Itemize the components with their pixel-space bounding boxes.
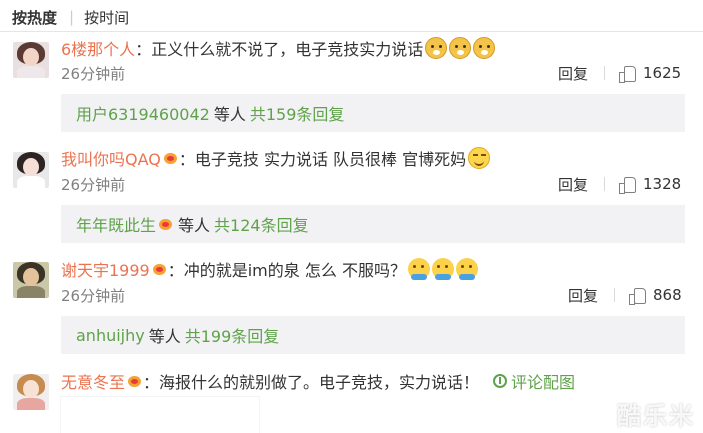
reply-summary-text: 等人	[148, 327, 181, 346]
like-button[interactable]: 868	[629, 284, 682, 306]
image-icon	[493, 374, 508, 388]
comment-line: 我叫你吗QAQ ：电子竞技 实力说话 队员很棒 官博死妈	[61, 146, 491, 170]
comment-username[interactable]: 6楼那个人	[61, 36, 135, 60]
comment-username[interactable]: 我叫你吗QAQ	[61, 146, 161, 170]
action-divider	[604, 177, 605, 191]
dog-emoji-icon	[425, 37, 448, 59]
vip-badge-icon	[127, 374, 143, 388]
like-button[interactable]: 1328	[619, 173, 681, 195]
reply-button[interactable]: 回复	[558, 173, 588, 195]
thumbs-up-icon	[619, 65, 636, 83]
reply-summary[interactable]: 年年既此生 等人 共124条回复	[61, 205, 685, 243]
comment-image-link[interactable]: 评论配图	[493, 369, 575, 393]
sort-by-time[interactable]: 按时间	[84, 7, 129, 28]
sort-by-hot[interactable]: 按热度	[12, 7, 57, 28]
watermark: 酷乐米	[617, 402, 695, 430]
vip-badge-icon	[158, 217, 174, 231]
avatar[interactable]	[13, 42, 49, 78]
reply-button[interactable]: 回复	[568, 284, 598, 306]
comment-line: 无意冬至 ：海报什么的就别做了。电子竞技，实力说话！ 评论配图	[61, 369, 575, 393]
comment-time: 26分钟前	[61, 175, 126, 194]
sort-divider: |	[69, 8, 75, 26]
comment-text: ：海报什么的就别做了。电子竞技，实力说话！	[143, 373, 480, 392]
action-divider	[604, 66, 605, 80]
smile-emoji-icon	[468, 147, 491, 169]
thumbs-up-icon	[619, 176, 636, 194]
reply-summary-user[interactable]: anhuijhy	[76, 326, 145, 345]
like-count: 868	[653, 286, 682, 304]
avatar[interactable]	[13, 374, 49, 410]
comment-image-label: 评论配图	[511, 373, 576, 392]
comment-time: 26分钟前	[61, 64, 126, 83]
pray-emoji-icon	[455, 258, 478, 280]
sort-bar: 按热度 | 按时间	[12, 6, 129, 28]
reply-summary-user[interactable]: 年年既此生	[76, 212, 156, 236]
comment-line: 6楼那个人 ：正义什么就不说了，电子竞技实力说话	[61, 36, 496, 60]
pray-emoji-icon	[431, 258, 454, 280]
like-count: 1328	[643, 175, 682, 193]
comment-username[interactable]: 无意冬至	[61, 369, 125, 393]
comment-username[interactable]: 谢天宇1999	[61, 257, 150, 281]
comment-image[interactable]	[61, 397, 259, 433]
divider	[0, 31, 703, 32]
comment-text: ：正义什么就不说了，电子竞技实力说话	[135, 40, 424, 59]
reply-count-link[interactable]: 共199条回复	[185, 323, 280, 347]
reply-summary[interactable]: 用户6319460042 等人 共159条回复	[61, 94, 685, 132]
reply-button[interactable]: 回复	[558, 62, 588, 84]
comment-text: ：电子竞技 实力说话 队员很棒 官博死妈	[178, 150, 467, 169]
comment-text: ：冲的就是im的泉 怎么 不服吗？	[167, 261, 406, 280]
reply-summary-text: 等人	[178, 216, 211, 235]
thumbs-up-icon	[629, 287, 646, 305]
pray-emoji-icon	[407, 258, 430, 280]
avatar[interactable]	[13, 262, 49, 298]
like-count: 1625	[643, 64, 682, 82]
comment-time: 26分钟前	[61, 286, 126, 305]
comment-line: 谢天宇1999 ：冲的就是im的泉 怎么 不服吗？	[61, 257, 478, 281]
dog-emoji-icon	[449, 37, 472, 59]
avatar[interactable]	[13, 152, 49, 188]
reply-count-link[interactable]: 共159条回复	[250, 101, 345, 125]
reply-summary-text: 等人	[213, 105, 246, 124]
vip-badge-icon	[152, 262, 168, 276]
like-button[interactable]: 1625	[619, 62, 681, 84]
dog-emoji-icon	[473, 37, 496, 59]
vip-badge-icon	[163, 151, 179, 165]
reply-summary-user[interactable]: 用户6319460042	[76, 101, 210, 125]
action-divider	[614, 288, 615, 302]
reply-summary[interactable]: anhuijhy 等人 共199条回复	[61, 316, 685, 354]
reply-count-link[interactable]: 共124条回复	[214, 212, 309, 236]
